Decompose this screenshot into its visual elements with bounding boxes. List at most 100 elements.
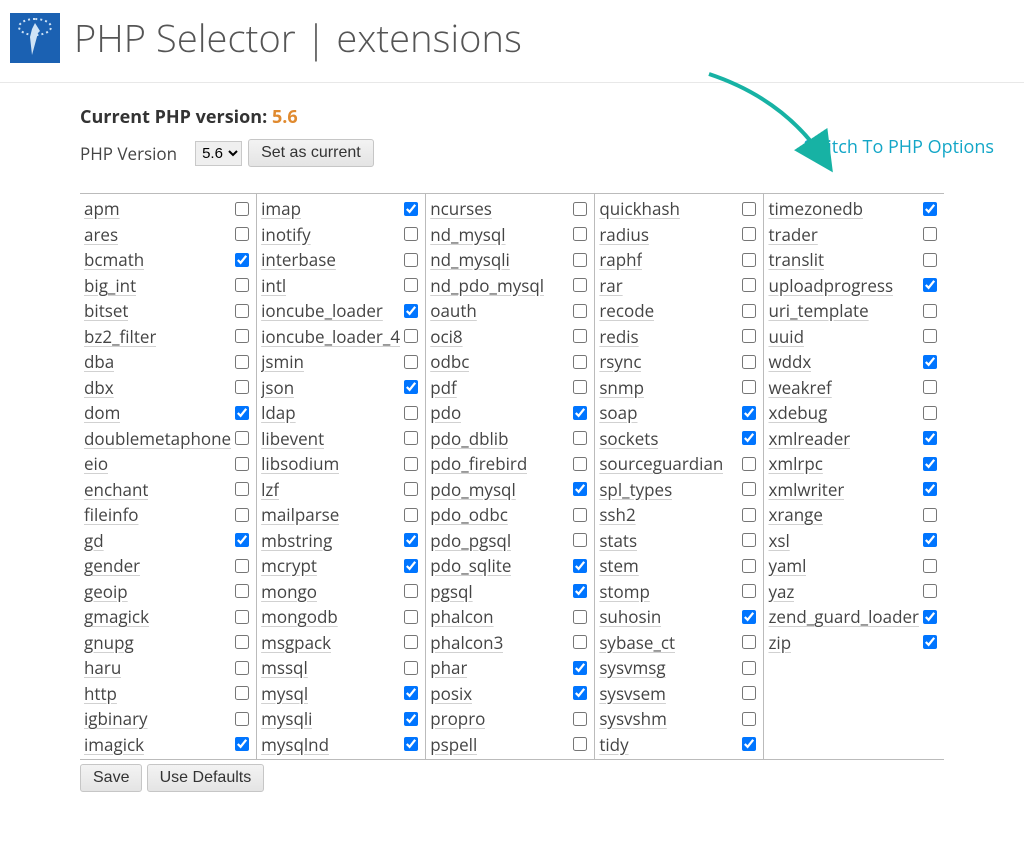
extension-checkbox[interactable] xyxy=(573,380,587,394)
extension-label[interactable]: xrange xyxy=(768,503,823,526)
extension-label[interactable]: translit xyxy=(768,248,824,271)
extension-checkbox[interactable] xyxy=(573,227,587,241)
extension-label[interactable]: sysvshm xyxy=(599,707,666,730)
extension-label[interactable]: bitset xyxy=(84,299,128,322)
extension-checkbox[interactable] xyxy=(235,559,249,573)
extension-checkbox[interactable] xyxy=(573,712,587,726)
extension-checkbox[interactable] xyxy=(923,482,937,496)
extension-label[interactable]: uuid xyxy=(768,325,804,348)
extension-label[interactable]: suhosin xyxy=(599,605,661,628)
extension-label[interactable]: nd_mysqli xyxy=(430,248,510,271)
extension-checkbox[interactable] xyxy=(573,610,587,624)
extension-label[interactable]: stem xyxy=(599,554,638,577)
extension-checkbox[interactable] xyxy=(742,431,756,445)
extension-checkbox[interactable] xyxy=(404,202,418,216)
extension-checkbox[interactable] xyxy=(573,406,587,420)
use-defaults-button[interactable]: Use Defaults xyxy=(147,764,265,792)
extension-label[interactable]: stomp xyxy=(599,580,650,603)
extension-label[interactable]: xdebug xyxy=(768,401,827,424)
extension-checkbox[interactable] xyxy=(923,355,937,369)
extension-checkbox[interactable] xyxy=(923,202,937,216)
extension-label[interactable]: imagick xyxy=(84,733,144,756)
extension-label[interactable]: mongodb xyxy=(261,605,338,628)
extension-checkbox[interactable] xyxy=(404,482,418,496)
version-select[interactable]: 5.6 xyxy=(195,141,242,166)
extension-checkbox[interactable] xyxy=(742,508,756,522)
extension-label[interactable]: weakref xyxy=(768,376,831,399)
extension-checkbox[interactable] xyxy=(404,253,418,267)
extension-checkbox[interactable] xyxy=(235,661,249,675)
extension-checkbox[interactable] xyxy=(573,431,587,445)
extension-checkbox[interactable] xyxy=(742,380,756,394)
extension-checkbox[interactable] xyxy=(923,533,937,547)
extension-checkbox[interactable] xyxy=(404,304,418,318)
extension-checkbox[interactable] xyxy=(235,329,249,343)
extension-label[interactable]: radius xyxy=(599,223,649,246)
extension-checkbox[interactable] xyxy=(573,202,587,216)
extension-checkbox[interactable] xyxy=(923,635,937,649)
extension-checkbox[interactable] xyxy=(573,533,587,547)
extension-checkbox[interactable] xyxy=(404,712,418,726)
extension-label[interactable]: tidy xyxy=(599,733,628,756)
extension-label[interactable]: mcrypt xyxy=(261,554,317,577)
extension-label[interactable]: fileinfo xyxy=(84,503,139,526)
extension-checkbox[interactable] xyxy=(742,661,756,675)
extension-checkbox[interactable] xyxy=(923,406,937,420)
extension-checkbox[interactable] xyxy=(404,406,418,420)
extension-label[interactable]: apm xyxy=(84,197,120,220)
extension-checkbox[interactable] xyxy=(235,202,249,216)
extension-checkbox[interactable] xyxy=(235,227,249,241)
extension-label[interactable]: pdo_odbc xyxy=(430,503,508,526)
extension-label[interactable]: enchant xyxy=(84,478,148,501)
extension-label[interactable]: mysqli xyxy=(261,707,312,730)
extension-label[interactable]: quickhash xyxy=(599,197,680,220)
extension-checkbox[interactable] xyxy=(235,737,249,751)
extension-checkbox[interactable] xyxy=(235,635,249,649)
extension-checkbox[interactable] xyxy=(742,635,756,649)
extension-checkbox[interactable] xyxy=(742,457,756,471)
extension-label[interactable]: libevent xyxy=(261,427,324,450)
extension-label[interactable]: mailparse xyxy=(261,503,339,526)
extension-label[interactable]: stats xyxy=(599,529,637,552)
extension-checkbox[interactable] xyxy=(235,431,249,445)
extension-label[interactable]: dbx xyxy=(84,376,114,399)
extension-checkbox[interactable] xyxy=(923,584,937,598)
extension-label[interactable]: pdo_mysql xyxy=(430,478,516,501)
extension-checkbox[interactable] xyxy=(235,482,249,496)
extension-checkbox[interactable] xyxy=(923,559,937,573)
extension-checkbox[interactable] xyxy=(573,457,587,471)
extension-label[interactable]: gender xyxy=(84,554,140,577)
extension-checkbox[interactable] xyxy=(573,278,587,292)
extension-checkbox[interactable] xyxy=(573,737,587,751)
extension-label[interactable]: nd_mysql xyxy=(430,223,505,246)
extension-label[interactable]: ioncube_loader xyxy=(261,299,383,322)
extension-label[interactable]: pdo_pgsql xyxy=(430,529,511,552)
extension-label[interactable]: ldap xyxy=(261,401,296,424)
extension-label[interactable]: mysql xyxy=(261,682,308,705)
extension-label[interactable]: timezonedb xyxy=(768,197,863,220)
extension-label[interactable]: pspell xyxy=(430,733,477,756)
extension-label[interactable]: ncurses xyxy=(430,197,492,220)
extension-label[interactable]: rar xyxy=(599,274,622,297)
extension-checkbox[interactable] xyxy=(923,610,937,624)
extension-checkbox[interactable] xyxy=(923,508,937,522)
extension-checkbox[interactable] xyxy=(742,329,756,343)
extension-label[interactable]: phar xyxy=(430,656,467,679)
extension-label[interactable]: recode xyxy=(599,299,654,322)
extension-label[interactable]: posix xyxy=(430,682,472,705)
extension-label[interactable]: nd_pdo_mysql xyxy=(430,274,544,297)
extension-label[interactable]: gmagick xyxy=(84,605,149,628)
extension-checkbox[interactable] xyxy=(742,686,756,700)
extension-label[interactable]: sourceguardian xyxy=(599,452,723,475)
extension-label[interactable]: phalcon3 xyxy=(430,631,503,654)
extension-checkbox[interactable] xyxy=(923,227,937,241)
extension-label[interactable]: oauth xyxy=(430,299,477,322)
extension-checkbox[interactable] xyxy=(404,686,418,700)
extension-label[interactable]: bcmath xyxy=(84,248,144,271)
extension-checkbox[interactable] xyxy=(235,533,249,547)
extension-label[interactable]: phalcon xyxy=(430,605,493,628)
extension-label[interactable]: http xyxy=(84,682,117,705)
extension-checkbox[interactable] xyxy=(404,737,418,751)
extension-label[interactable]: pdo_sqlite xyxy=(430,554,511,577)
extension-checkbox[interactable] xyxy=(923,431,937,445)
